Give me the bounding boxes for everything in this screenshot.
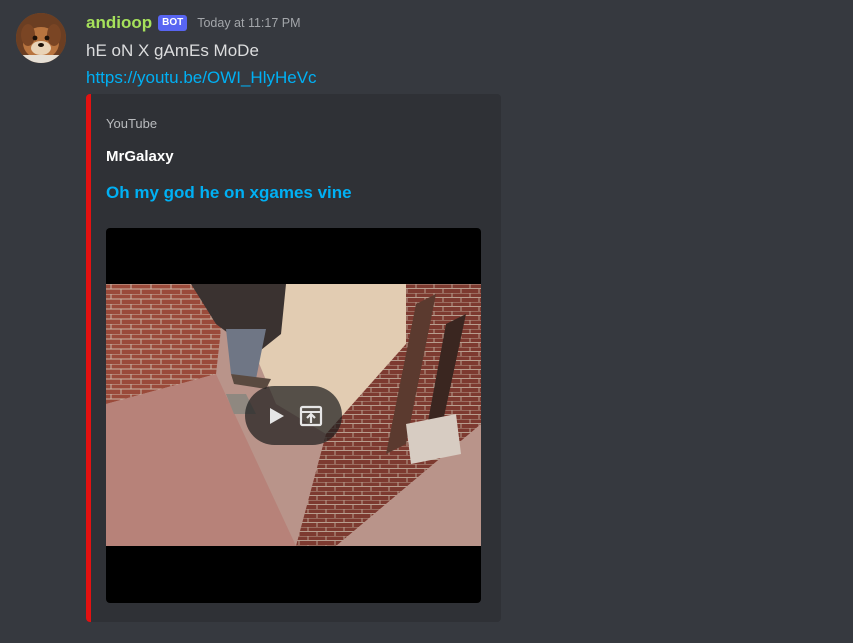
chat-message: andioop BOT Today at 11:17 PM hE oN X gA… xyxy=(0,0,853,643)
embed-author[interactable]: MrGalaxy xyxy=(106,148,174,165)
message-content: hE oN X gAmEs MoDe xyxy=(86,41,259,60)
play-icon xyxy=(269,407,284,424)
embed-title[interactable]: Oh my god he on xgames vine xyxy=(106,183,352,203)
message-link[interactable]: https://youtu.be/OWI_HlyHeVc xyxy=(86,67,317,89)
message-header: andioop BOT Today at 11:17 PM xyxy=(86,12,301,34)
avatar[interactable] xyxy=(16,13,66,63)
embed-provider[interactable]: YouTube xyxy=(106,116,157,131)
timestamp[interactable]: Today at 11:17 PM xyxy=(197,16,300,30)
video-controls xyxy=(245,386,342,445)
video-player[interactable] xyxy=(106,228,481,603)
bot-tag: BOT xyxy=(158,15,188,31)
open-external-icon xyxy=(299,405,322,426)
username[interactable]: andioop xyxy=(86,13,152,33)
play-button[interactable] xyxy=(264,403,290,429)
open-external-button[interactable] xyxy=(298,403,324,429)
avatar-image xyxy=(16,13,66,63)
youtube-embed: YouTube MrGalaxy Oh my god he on xgames … xyxy=(86,94,501,622)
